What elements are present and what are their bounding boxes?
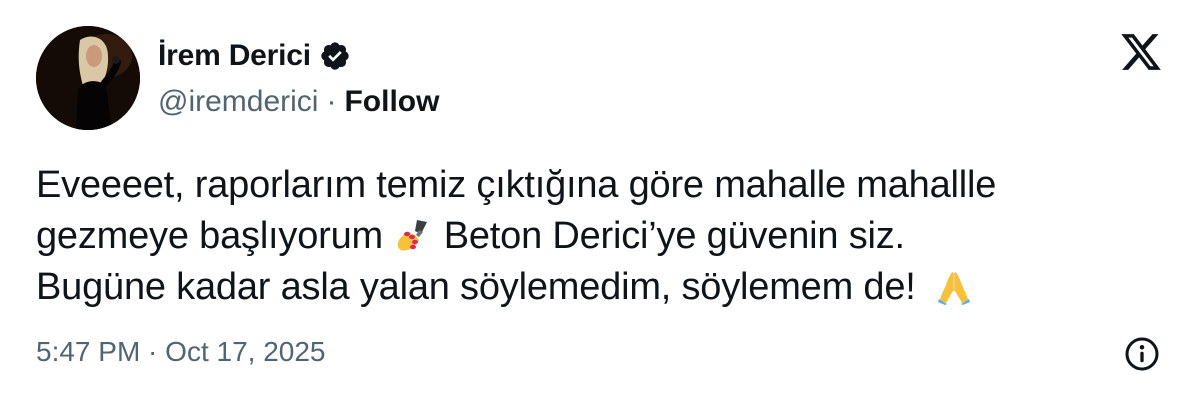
display-name[interactable]: İrem Derici [158,39,311,73]
handle-row: @iremderici · Follow [158,82,439,122]
tweet-line-2b-text: Beton Derici’ye güvenin siz. [443,215,905,257]
tweet-timestamp[interactable]: 5:47 PM · Oct 17, 2025 [36,336,326,368]
x-logo-icon[interactable] [1118,30,1164,74]
folded-hands-emoji [936,268,972,305]
info-icon[interactable] [1124,336,1160,372]
tweet-line-2-text: gezmeye başlıyorum [36,215,383,257]
separator-dot: · [326,85,337,118]
name-row: İrem Derici [158,36,439,76]
tweet-card: İrem Derici @iremderici · Follow Eveeeet… [0,0,1200,414]
handle-link[interactable]: @iremderici [158,85,318,119]
tweet-line-3-text: Bugüne kadar asla yalan söylemedim, söyl… [36,266,916,308]
follow-button[interactable]: Follow [344,85,439,119]
tweet-line-1: Eveeeet, raporlarım temiz çıktığına göre… [36,164,997,206]
nail-polish-emoji [395,217,431,253]
avatar-image [36,26,140,130]
tweet-line-3: Bugüne kadar asla yalan söylemedim, söyl… [36,262,1156,313]
verified-badge-icon [319,40,351,72]
tweet-text: Eveeeet, raporlarım temiz çıktığına göre… [36,160,1156,313]
user-block: İrem Derici @iremderici · Follow [158,36,439,122]
tweet-line-2: gezmeye başlıyorum Beton Derici’ye güven… [36,211,1156,262]
avatar[interactable] [36,26,140,130]
